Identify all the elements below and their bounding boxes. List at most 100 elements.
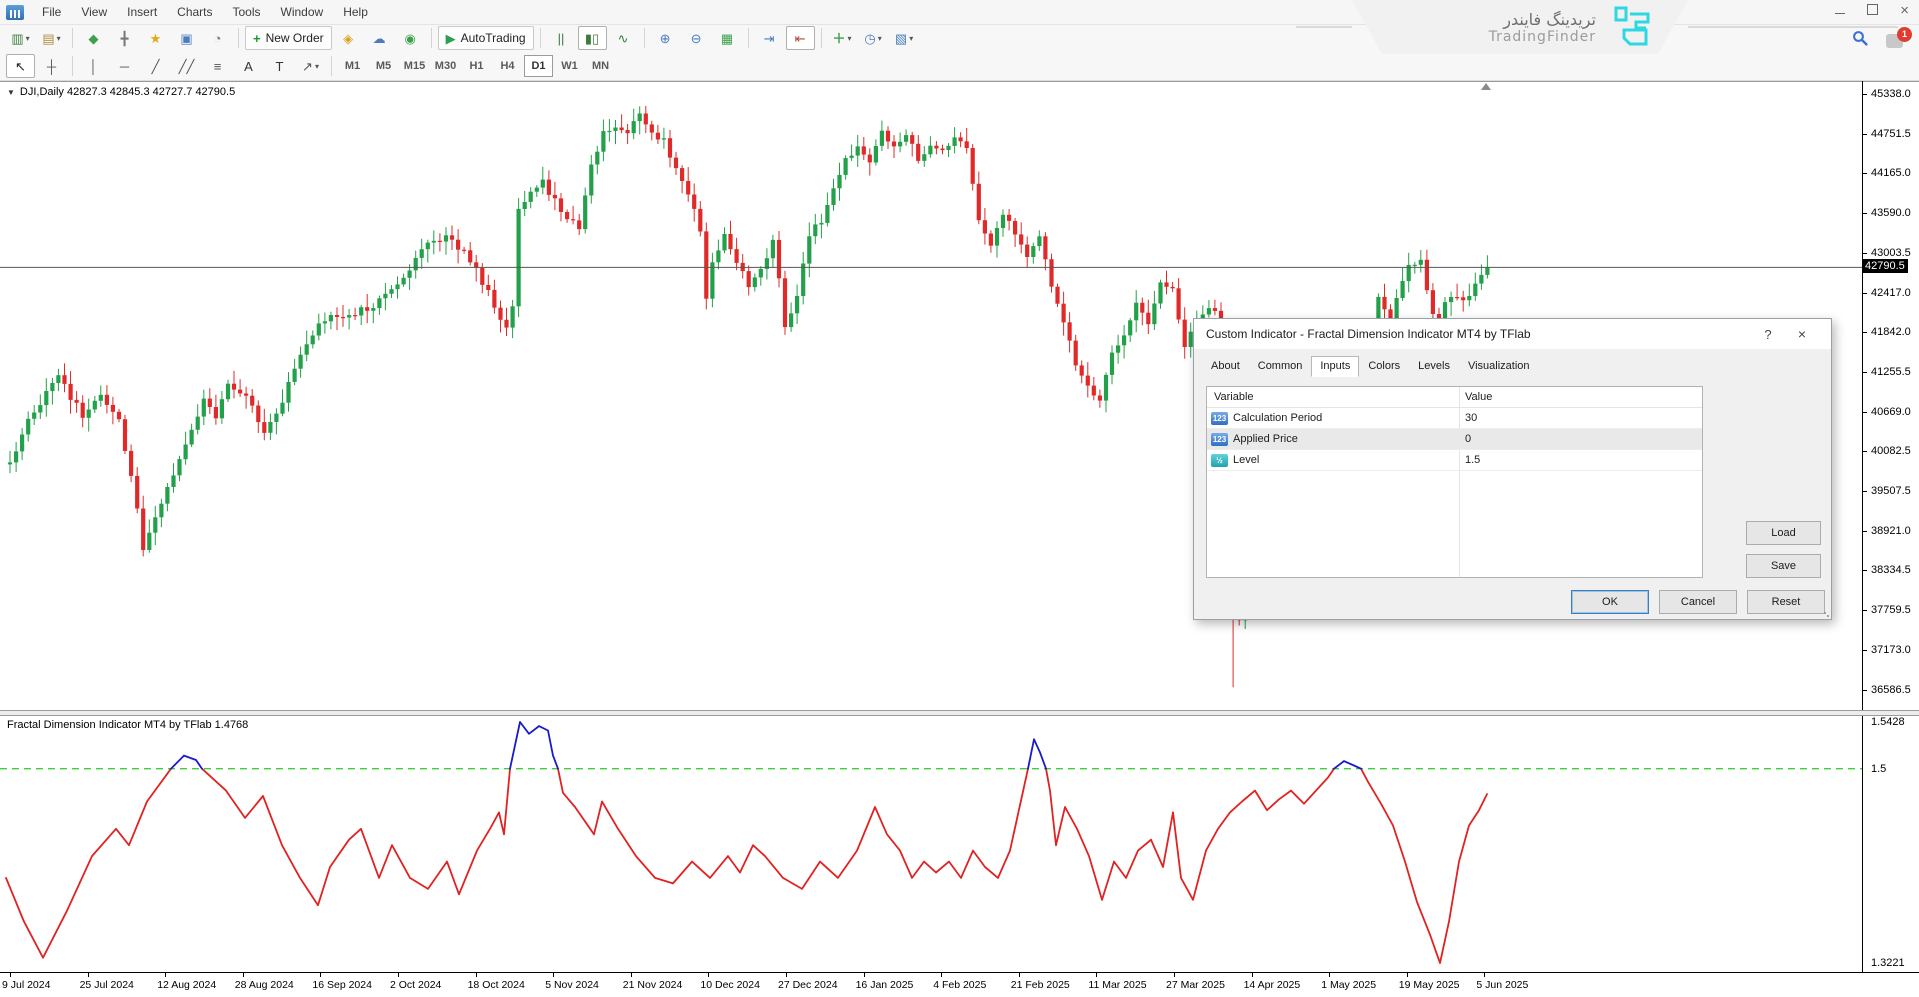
notifications-button[interactable]: 1 xyxy=(1886,34,1903,48)
timeframe-m15[interactable]: M15 xyxy=(400,55,429,77)
menu-insert[interactable]: Insert xyxy=(117,5,167,19)
parameter-value[interactable]: 1.5 xyxy=(1465,454,1480,466)
timeframe-h1[interactable]: H1 xyxy=(462,55,491,77)
cancel-button[interactable]: Cancel xyxy=(1659,590,1737,614)
parameter-row[interactable]: ½Level1.5 xyxy=(1207,450,1702,471)
dialog-help-button[interactable]: ? xyxy=(1751,327,1785,342)
candle-body xyxy=(220,399,224,418)
tab-about[interactable]: About xyxy=(1202,356,1249,377)
chart-shift-marker-icon[interactable] xyxy=(1481,83,1491,90)
arrows-button[interactable]: ↗▾ xyxy=(296,54,325,78)
candle-body xyxy=(371,308,375,311)
tile-windows-button[interactable]: ▦ xyxy=(713,26,742,50)
tab-common[interactable]: Common xyxy=(1249,356,1312,377)
terminal-button[interactable]: ▣ xyxy=(172,26,201,50)
price-axis[interactable]: 42790.5 45338.044751.544165.043590.04300… xyxy=(1863,81,1919,972)
line-chart-button[interactable]: ∿ xyxy=(609,26,638,50)
data-window-button[interactable]: ╋ xyxy=(110,26,139,50)
timeframe-w1[interactable]: W1 xyxy=(555,55,584,77)
candle-body xyxy=(1098,396,1102,401)
auto-scroll-button[interactable]: ⇥ xyxy=(755,26,784,50)
price-axis-label: 43003.5 xyxy=(1871,247,1911,259)
parameter-row[interactable]: 123Calculation Period30 xyxy=(1207,408,1702,429)
date-axis-label: 12 Aug 2024 xyxy=(157,979,216,991)
menu-help[interactable]: Help xyxy=(333,5,378,19)
horizontal-line-button[interactable]: ─ xyxy=(110,54,139,78)
new-order-button[interactable]: +New Order xyxy=(245,26,332,50)
menu-view[interactable]: View xyxy=(71,5,117,19)
search-button[interactable] xyxy=(1852,30,1868,51)
label-icon: T xyxy=(276,60,284,73)
periods-button[interactable]: ◷▾ xyxy=(859,26,888,50)
parameter-row[interactable]: 123Applied Price0 xyxy=(1207,429,1702,450)
crosshair-button[interactable]: ┼ xyxy=(37,54,66,78)
bar-chart-button[interactable]: || xyxy=(547,26,576,50)
market-watch-button[interactable]: ◆ xyxy=(79,26,108,50)
tab-colors[interactable]: Colors xyxy=(1359,356,1409,377)
candle-body xyxy=(44,391,48,405)
timeframe-h4[interactable]: H4 xyxy=(493,55,522,77)
ok-button[interactable]: OK xyxy=(1571,590,1649,614)
candle-body xyxy=(559,198,563,212)
profiles-button[interactable]: ▤▾ xyxy=(37,26,66,50)
cursor-button[interactable]: ↖ xyxy=(6,54,35,78)
chart-shift-button[interactable]: ⇤ xyxy=(786,26,815,50)
community-button[interactable]: ☁ xyxy=(365,26,394,50)
parameter-value[interactable]: 30 xyxy=(1465,412,1477,424)
tab-inputs[interactable]: Inputs xyxy=(1311,356,1359,377)
vertical-line-button[interactable]: │ xyxy=(79,54,108,78)
candle-body xyxy=(831,188,835,205)
candle-body xyxy=(389,289,393,294)
trendline-button[interactable]: ╱ xyxy=(141,54,170,78)
menu-file[interactable]: File xyxy=(32,5,71,19)
reset-button[interactable]: Reset xyxy=(1747,590,1825,614)
minimize-button[interactable] xyxy=(1835,4,1845,17)
label-button[interactable]: T xyxy=(265,54,294,78)
restore-button[interactable] xyxy=(1867,4,1878,17)
price-axis-label: 37759.5 xyxy=(1871,604,1911,616)
dialog-titlebar[interactable]: Custom Indicator - Fractal Dimension Ind… xyxy=(1194,319,1831,349)
autotrading-button[interactable]: ▶AutoTrading xyxy=(438,26,534,50)
timeframe-mn[interactable]: MN xyxy=(586,55,615,77)
news-button[interactable]: ◉ xyxy=(396,26,425,50)
save-button[interactable]: Save xyxy=(1746,554,1821,578)
indicators-button[interactable]: ＋▾ xyxy=(828,26,857,50)
dropdown-caret-icon: ▾ xyxy=(315,62,319,71)
candlestick-chart-button[interactable]: ▮▯ xyxy=(578,26,607,50)
new-chart-button[interactable]: ▥▾ xyxy=(6,26,35,50)
menu-window[interactable]: Window xyxy=(271,5,334,19)
menu-charts[interactable]: Charts xyxy=(167,5,222,19)
timeframe-m1[interactable]: M1 xyxy=(338,55,367,77)
text-button[interactable]: A xyxy=(234,54,263,78)
channel-button[interactable]: ╱╱ xyxy=(172,54,201,78)
date-axis[interactable]: 9 Jul 202425 Jul 202412 Aug 202428 Aug 2… xyxy=(0,972,1919,997)
candle-body xyxy=(529,192,533,202)
dialog-tabs: AboutCommonInputsColorsLevelsVisualizati… xyxy=(1194,349,1831,377)
timeframe-d1[interactable]: D1 xyxy=(524,55,553,77)
candle-body xyxy=(1455,297,1459,298)
menu-tools[interactable]: Tools xyxy=(223,5,271,19)
metaeditor-button[interactable]: ◈ xyxy=(334,26,363,50)
fibonacci-button[interactable]: ≡ xyxy=(203,54,232,78)
tab-levels[interactable]: Levels xyxy=(1409,356,1459,377)
pane-splitter[interactable] xyxy=(0,710,1919,716)
symbol-dropdown-icon[interactable]: ▼ xyxy=(7,88,15,97)
load-button[interactable]: Load xyxy=(1746,521,1821,545)
tab-visualization[interactable]: Visualization xyxy=(1459,356,1539,377)
timeframe-m5[interactable]: M5 xyxy=(369,55,398,77)
dialog-resize-grip[interactable] xyxy=(1823,611,1829,617)
templates-button[interactable]: ▧▾ xyxy=(890,26,919,50)
zoom-in-button[interactable]: ⊕ xyxy=(651,26,680,50)
navigator-button[interactable]: ★ xyxy=(141,26,170,50)
symbol-ohlc-label: ▼ DJI,Daily 42827.3 42845.3 42727.7 4279… xyxy=(7,86,235,98)
candle-body xyxy=(129,451,133,476)
timeframe-m30[interactable]: M30 xyxy=(431,55,460,77)
zoom-out-button[interactable]: ⊖ xyxy=(682,26,711,50)
close-button[interactable]: × xyxy=(1900,4,1909,17)
price-axis-tick xyxy=(1863,570,1867,571)
strategy-tester-button[interactable]: ◔ xyxy=(203,26,232,50)
date-axis-label: 9 Jul 2024 xyxy=(2,979,50,991)
parameter-value[interactable]: 0 xyxy=(1465,433,1471,445)
new-chart-icon: ▥ xyxy=(11,32,23,45)
dialog-close-button[interactable]: × xyxy=(1785,326,1819,342)
